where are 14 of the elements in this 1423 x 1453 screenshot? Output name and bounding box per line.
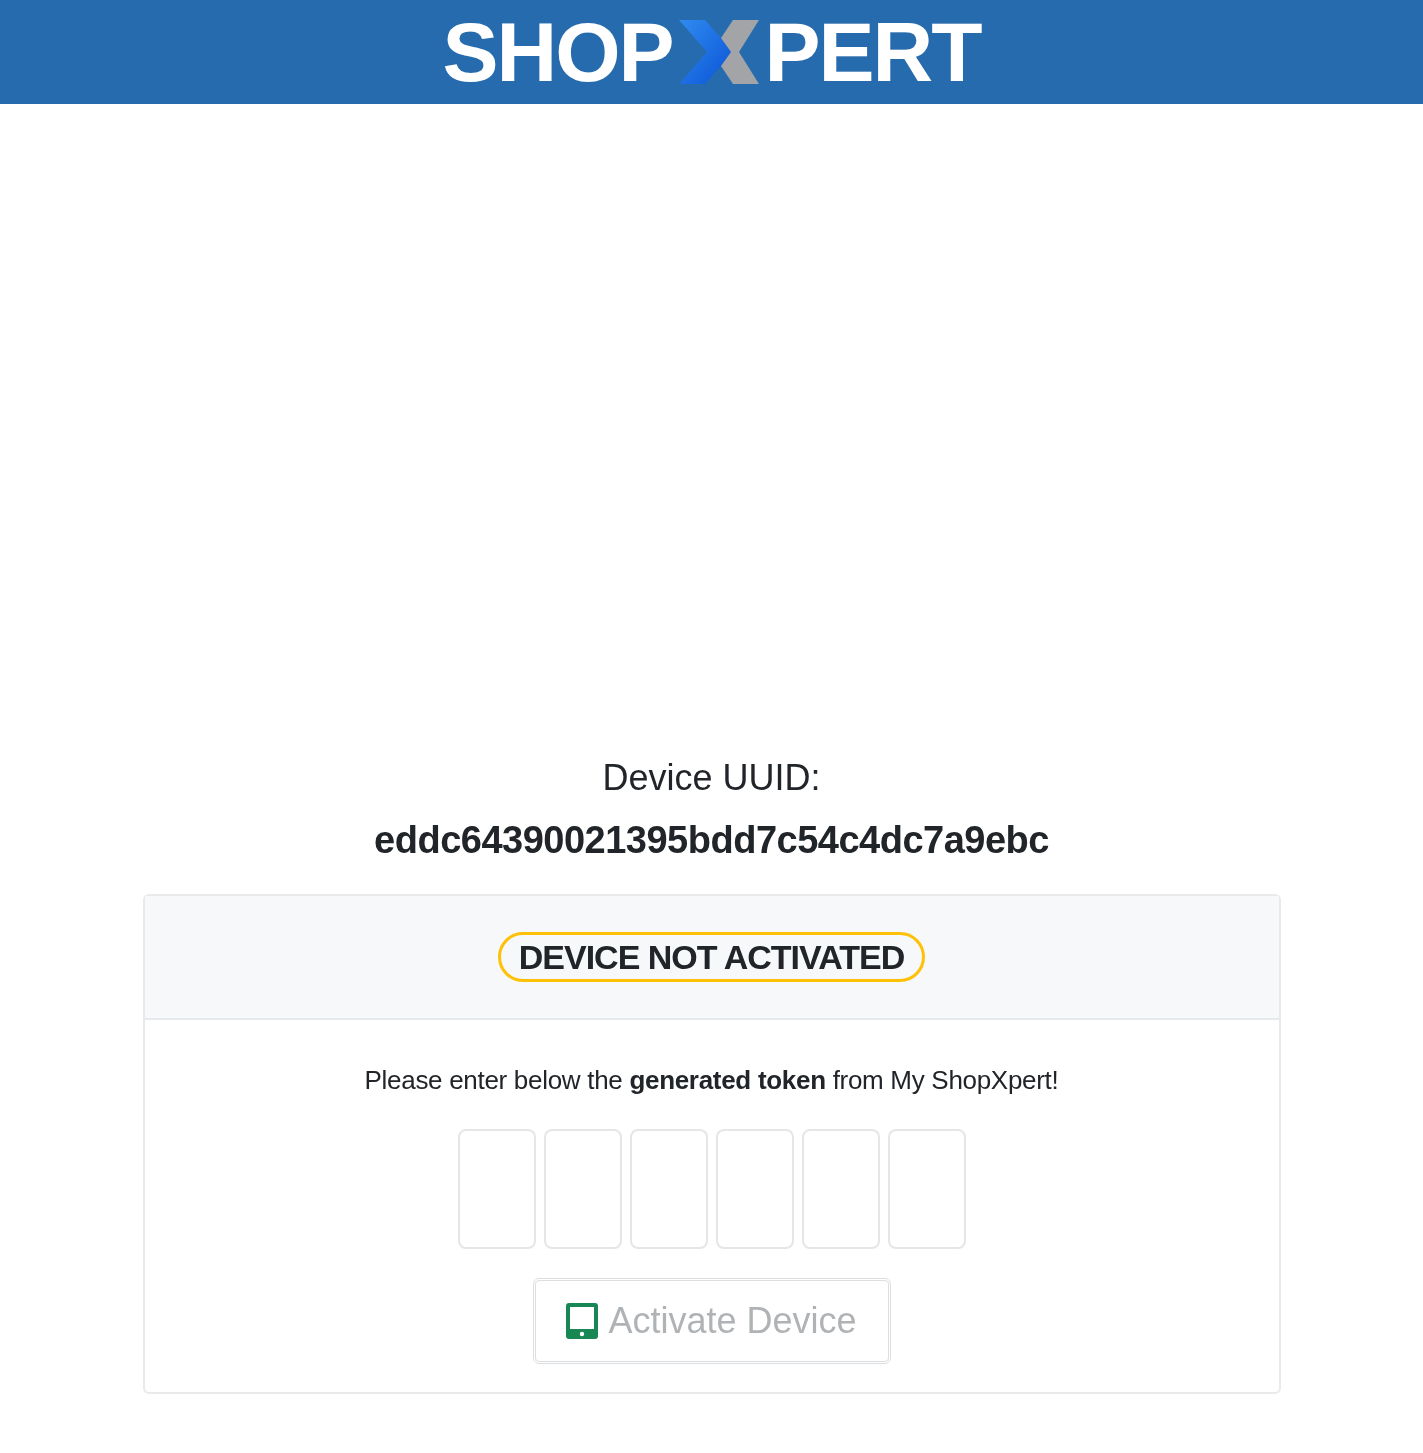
logo-text: PERT <box>764 10 981 94</box>
token-digit-field[interactable] <box>629 1129 708 1249</box>
device-uuid-label: Device UUID: <box>602 756 821 800</box>
tablet-icon <box>566 1303 599 1339</box>
device-uuid-value: eddc64390021395bdd7c54c4dc7a9ebc <box>374 818 1049 863</box>
token-digit-field[interactable] <box>715 1129 794 1249</box>
x-logo-icon <box>678 20 759 84</box>
token-digit-field[interactable] <box>801 1129 880 1249</box>
token-digit-field[interactable] <box>457 1129 536 1249</box>
token-digit-field[interactable] <box>887 1129 966 1249</box>
status-badge: DEVICE NOT ACTIVATED <box>497 932 926 982</box>
instruction-text: Please enter below the generated token from My ShopXpert! <box>364 1064 1059 1096</box>
token-digit-field[interactable] <box>543 1129 622 1249</box>
logo-text: SHOP <box>442 10 673 94</box>
